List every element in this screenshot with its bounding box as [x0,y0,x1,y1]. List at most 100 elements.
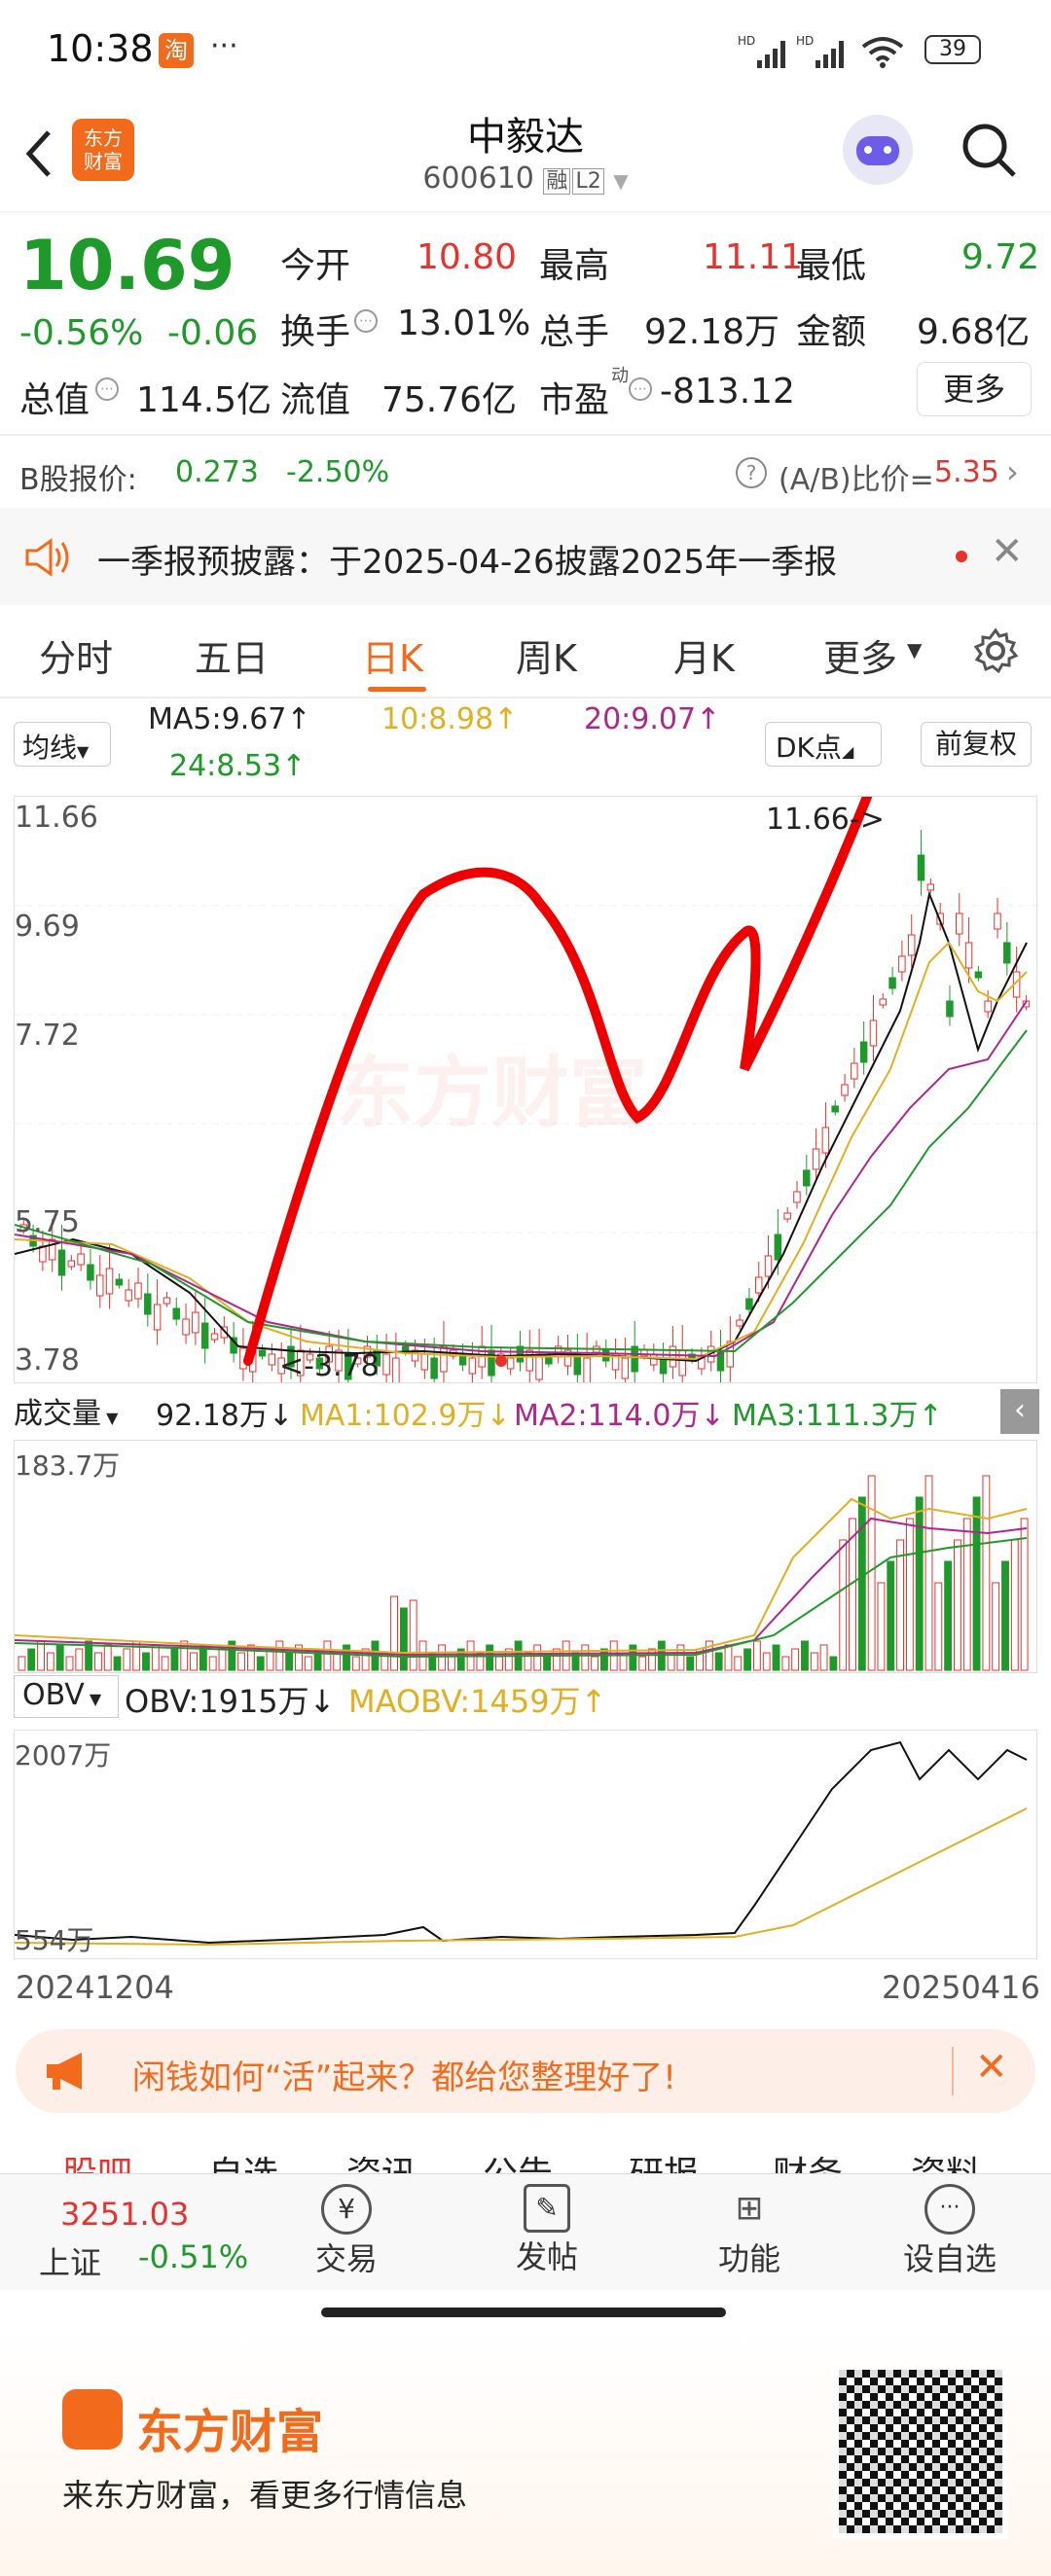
volume-bar [714,1652,723,1671]
y-label-3: 7.72 [15,1019,80,1053]
info-icon[interactable]: ⋯ [95,377,119,401]
candle [488,1349,495,1377]
candle [200,1322,209,1349]
close-icon[interactable]: ✕ [991,529,1024,574]
open-label: 今开 [280,246,351,286]
volume-ma1: MA1:102.9万↓ [300,1399,511,1433]
yen-icon: ¥ [321,2184,372,2235]
volume-bar [1001,1560,1009,1671]
sub-tab-gonggao[interactable]: 公告 [483,2146,553,2175]
candle [764,1255,773,1277]
obv-selector[interactable]: OBV ▼ [14,1675,119,1718]
volume-bar [972,1496,981,1671]
bshare-pct: -2.50% [286,455,390,489]
sub-tab-guba[interactable]: 股吧 [62,2146,132,2175]
obv-value: OBV:1915万↓ [125,1683,336,1720]
volume-chart[interactable]: 183.7万 [14,1440,1037,1673]
collapse-button[interactable]: ‹ [1000,1389,1039,1434]
volume-bar [982,1475,991,1671]
obv-ymax: 2007万 [15,1739,112,1771]
volume-bar [333,1652,342,1671]
candle [926,883,935,891]
nav-post[interactable]: ✎ 发帖 [469,2184,625,2277]
sub-tab-caiwu[interactable]: 财务 [773,2146,843,2175]
notice-bar[interactable]: 一季报预披露：于2025-04-26披露2025年一季报 ✕ [0,508,1051,605]
candle [994,912,1001,930]
volume-bar [533,1644,542,1671]
candle [745,1298,753,1310]
candle [583,1357,591,1382]
promo-banner[interactable]: 闲钱如何“活”起来？都给您整理好了! ✕ [16,2029,1035,2113]
tab-rik[interactable]: 日K [362,628,423,682]
candle [392,1357,400,1382]
obv-chart[interactable]: 2007万 554万 [14,1730,1037,1959]
candle [134,1282,142,1300]
kline-chart[interactable]: 东方财富 11.66 9.69 7.72 5.75 3.78 11.66-> <… [14,796,1037,1383]
volume-bar [351,1656,360,1671]
eastmoney-logo-icon [62,2389,123,2450]
nav-add-watch[interactable]: ··· 设自选 [872,2184,1028,2279]
candle [621,1357,630,1379]
margin-tag: 融 [543,168,571,195]
date-start: 20241204 [16,1969,174,2006]
volume-bar [285,1652,294,1671]
dk-button[interactable]: DK点◢ [765,722,882,767]
tab-yuek[interactable]: 月K [673,628,735,682]
candle [841,1084,849,1096]
candle [506,1357,515,1370]
candle [821,1127,830,1154]
candle [545,1357,553,1365]
volume-bar [190,1652,198,1671]
volume-bar [734,1656,743,1671]
ma-selector[interactable]: 均线▼ [14,722,111,767]
period-tabs: 分时 五日 日K 周K 月K 更多 ▼ [0,605,1051,698]
help-icon[interactable]: ? [736,457,767,488]
dropdown-icon[interactable]: ▼ [613,169,628,193]
tab-fenshi[interactable]: 分时 [39,628,113,682]
volume-bar [218,1648,227,1671]
candle [144,1293,152,1315]
high-label: 最高 [539,246,610,286]
nav-function[interactable]: ⊞ 功能 [671,2184,827,2279]
robot-avatar-icon[interactable] [843,115,913,185]
chevron-right-icon[interactable]: › [1006,453,1019,490]
turnover-label: 换手 [280,312,351,352]
volume-bar [762,1652,771,1671]
tab-zhouk[interactable]: 周K [516,628,577,682]
volume-selector[interactable]: 成交量 ▼ [14,1389,118,1432]
close-icon[interactable]: ✕ [975,2045,1008,2090]
info-icon[interactable]: ⋯ [629,377,652,401]
volume-bar [819,1644,828,1671]
candle [888,977,896,989]
sub-tab-ziliao[interactable]: 资料 [911,2146,981,2175]
sub-tab-zixuan[interactable]: 自选 [208,2146,278,2175]
volume-bar [829,1656,838,1671]
low-label: 最低 [796,246,867,286]
footer-ad: 东方财富 来东方财富，看更多行情信息 [0,2327,1051,2576]
search-icon[interactable] [958,119,1020,181]
candle [812,1148,820,1170]
volume-bar [905,1518,914,1671]
tab-wuri[interactable]: 五日 [195,628,269,682]
svg-text:HD: HD [796,34,814,48]
volume-bar [944,1560,953,1671]
candle [192,1311,199,1334]
volume-bar [93,1652,102,1671]
sub-tab-yanbao[interactable]: 研报 [629,2146,699,2175]
gear-icon[interactable] [971,626,1020,675]
info-icon[interactable]: ⋯ [354,309,378,333]
stock-code: 600610 [422,161,534,196]
more-button[interactable]: 更多 [917,362,1032,416]
candle [831,1105,839,1113]
mktcap-label: 总值 [19,380,91,420]
sub-tab-zixun[interactable]: 资讯 [346,2146,417,2175]
tab-more[interactable]: 更多 [823,628,897,682]
svg-text:HD: HD [738,34,755,48]
l2-tag: L2 [572,168,604,195]
candle [67,1260,76,1268]
edit-icon: ✎ [524,2184,570,2233]
qr-code [833,2364,1008,2539]
speaker-icon [25,538,69,577]
adjust-button[interactable]: 前复权 [921,722,1032,767]
nav-trade[interactable]: ¥ 交易 [269,2184,424,2279]
